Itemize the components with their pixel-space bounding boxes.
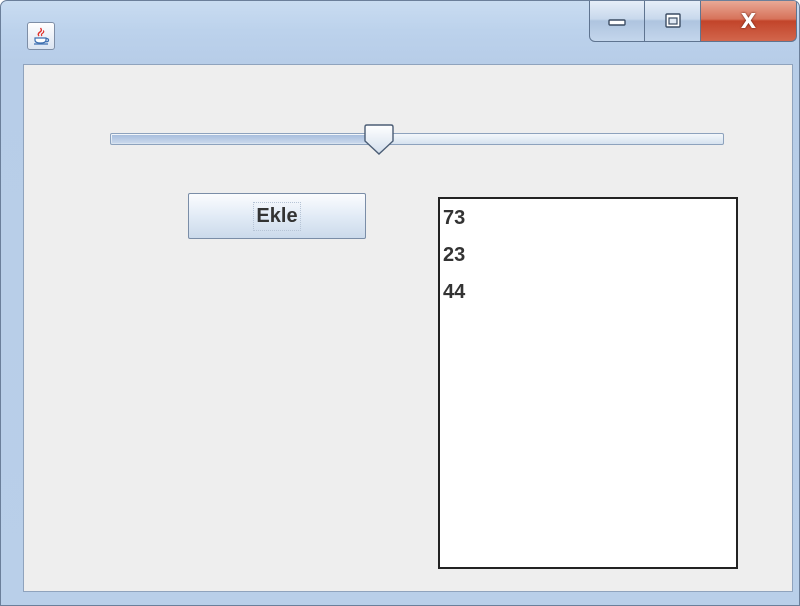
slider-track[interactable] [110, 133, 724, 145]
minimize-icon [608, 19, 626, 26]
list-item[interactable]: 44 [443, 280, 736, 317]
content-panel: Ekle 73 23 44 [23, 64, 793, 592]
window-controls: X [589, 1, 797, 43]
maximize-button[interactable] [645, 1, 701, 42]
add-button[interactable]: Ekle [188, 193, 366, 239]
java-cup-icon[interactable] [27, 22, 55, 50]
number-list[interactable]: 73 23 44 [438, 197, 738, 569]
close-button[interactable]: X [701, 1, 797, 42]
list-item[interactable]: 73 [443, 206, 736, 243]
title-bar[interactable]: X [1, 1, 799, 63]
slider-thumb[interactable] [364, 123, 394, 157]
app-window: X Ekle 73 23 44 [0, 0, 800, 606]
list-item[interactable]: 23 [443, 243, 736, 280]
maximize-icon [664, 13, 681, 28]
close-icon: X [740, 9, 757, 33]
slider-fill [112, 135, 380, 143]
minimize-button[interactable] [589, 1, 645, 42]
add-button-label: Ekle [253, 201, 301, 231]
value-slider[interactable] [110, 123, 724, 155]
